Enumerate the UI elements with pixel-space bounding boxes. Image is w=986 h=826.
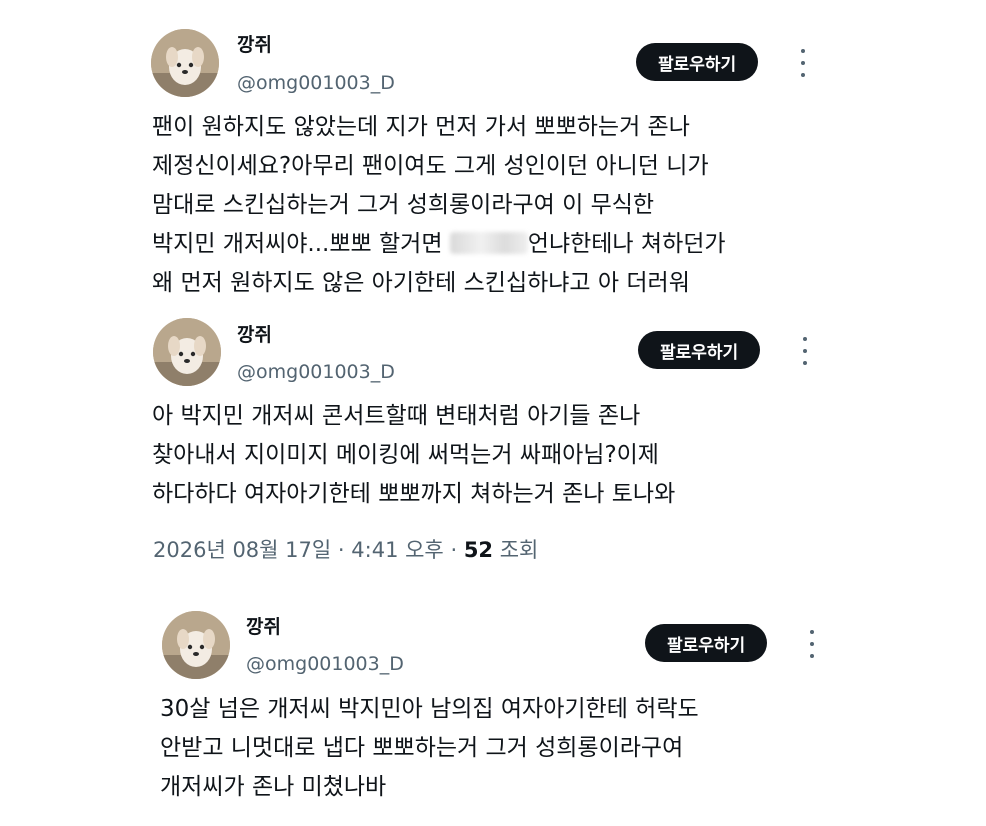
separator-dot: · — [337, 538, 345, 562]
post-text-line: 찾아내서 지이미지 메이킹에 써먹는거 싸패아님?이제 — [152, 442, 659, 468]
avatar[interactable] — [151, 29, 219, 97]
post-date[interactable]: 2026년 08월 17일 — [153, 538, 331, 562]
post-text: 30살 넘은 개저씨 박지민아 남의집 여자아기한테 허락도 안받고 니멋대로 … — [160, 690, 699, 807]
puppy-avatar-icon — [162, 611, 230, 679]
puppy-avatar-icon — [153, 318, 221, 386]
user-handle[interactable]: @omg001003_D — [237, 72, 395, 94]
avatar[interactable] — [162, 611, 230, 679]
avatar[interactable] — [153, 318, 221, 386]
more-dots-vertical-icon[interactable] — [807, 630, 817, 658]
follow-button[interactable]: 팔로우하기 — [636, 43, 759, 81]
post-time[interactable]: 4:41 오후 — [351, 538, 443, 562]
post-text-line: 안받고 니멋대로 냅다 뽀뽀하는거 그거 성희롱이라구여 — [160, 735, 684, 761]
display-name[interactable]: 깡쥐 — [237, 320, 272, 347]
user-handle[interactable]: @omg001003_D — [237, 361, 395, 383]
post-text-fragment: 언냐한테나 쳐하던가 — [527, 231, 726, 257]
more-dots-vertical-icon[interactable] — [800, 337, 810, 365]
post-text: 아 박지민 개저씨 콘서트할때 변태처럼 아기들 존나 찾아내서 지이미지 메이… — [152, 397, 675, 514]
user-handle[interactable]: @omg001003_D — [246, 653, 404, 675]
display-name[interactable]: 깡쥐 — [237, 30, 272, 57]
post-text-line: 아 박지민 개저씨 콘서트할때 변태처럼 아기들 존나 — [152, 403, 641, 429]
blurred-redaction — [449, 232, 528, 254]
post-text-line-with-redaction: 박지민 개저씨야...뽀뽀 할거면 언냐한테나 쳐하던가 — [152, 225, 726, 264]
post-text-fragment: 박지민 개저씨야...뽀뽀 할거면 — [152, 231, 450, 257]
post-text-line: 맘대로 스킨십하는거 그거 성희롱이라구여 이 무식한 — [152, 192, 655, 218]
view-label: 조회 — [499, 538, 539, 562]
post-text-line: 30살 넘은 개저씨 박지민아 남의집 여자아기한테 허락도 — [160, 696, 699, 722]
follow-button[interactable]: 팔로우하기 — [638, 331, 761, 369]
post-text: 팬이 원하지도 않았는데 지가 먼저 가서 뽀뽀하는거 존나 제정신이세요?아무… — [152, 108, 726, 303]
post-text-line: 제정신이세요?아무리 팬이여도 그게 성인이던 아니던 니가 — [152, 153, 709, 179]
post-text-line: 하다하다 여자아기한테 뽀뽀까지 쳐하는거 존나 토나와 — [152, 481, 676, 507]
post-text-line: 왜 먼저 원하지도 않은 아기한테 스킨십하냐고 아 더러워 — [152, 270, 690, 296]
view-count: 52 — [463, 538, 494, 562]
separator-dot: · — [450, 538, 458, 562]
post-text-line: 개저씨가 존나 미쳤나바 — [160, 774, 387, 800]
post-text-line: 팬이 원하지도 않았는데 지가 먼저 가서 뽀뽀하는거 존나 — [152, 114, 690, 140]
post-meta: 2026년 08월 17일 · 4:41 오후 · 52 조회 — [153, 534, 538, 564]
follow-button[interactable]: 팔로우하기 — [645, 624, 768, 662]
puppy-avatar-icon — [151, 29, 219, 97]
more-dots-vertical-icon[interactable] — [798, 49, 808, 77]
display-name[interactable]: 깡쥐 — [246, 612, 281, 639]
